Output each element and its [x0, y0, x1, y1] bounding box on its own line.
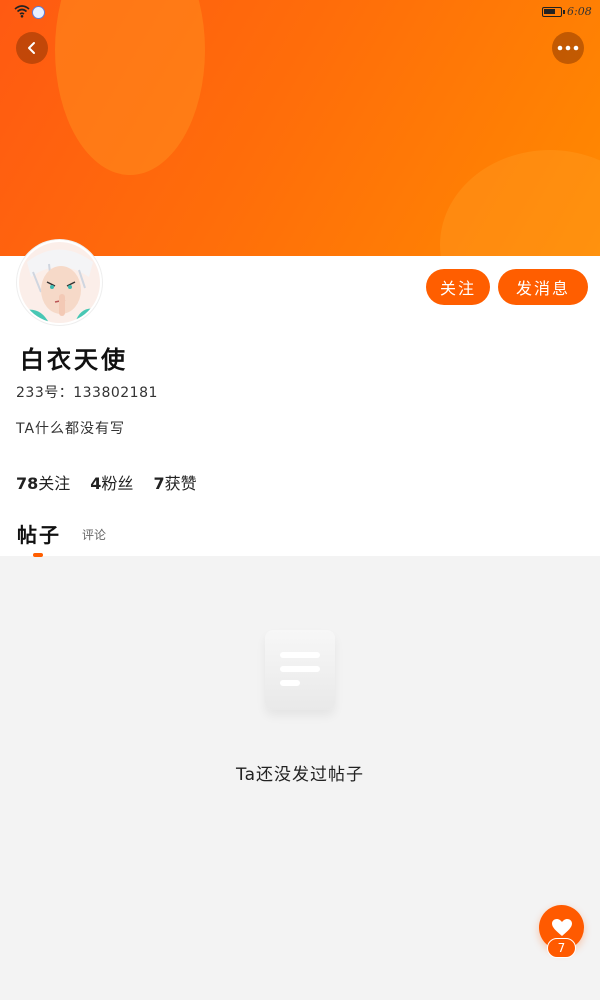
followers-stat[interactable]: 4粉丝 — [90, 470, 133, 494]
user-id-label: 233号： — [16, 385, 74, 401]
followers-label: 粉丝 — [101, 474, 134, 493]
follow-button[interactable]: 关注 — [426, 269, 490, 305]
more-dots-icon — [557, 45, 579, 51]
message-button[interactable]: 发消息 — [498, 269, 588, 305]
user-id-value: 133802181 — [73, 385, 158, 401]
likes-stat: 7获赞 — [153, 470, 196, 494]
likes-label: 获赞 — [164, 474, 197, 493]
banner-decoration — [55, 0, 205, 175]
likes-count: 7 — [153, 474, 165, 493]
user-bio: TA什么都没有写 — [16, 421, 126, 437]
wifi-icon — [14, 5, 30, 18]
like-count-badge: 7 — [547, 938, 576, 958]
following-stat[interactable]: 78关注 — [16, 470, 70, 494]
user-id: 233号：133802181 — [16, 382, 158, 402]
battery-icon — [542, 7, 565, 17]
user-stats: 78关注 4粉丝 7获赞 — [16, 470, 197, 494]
active-tab-indicator — [33, 553, 43, 557]
username: 白衣天使 — [20, 346, 128, 374]
status-bar: 6:08 — [0, 0, 600, 24]
more-button[interactable] — [552, 32, 584, 64]
following-label: 关注 — [38, 474, 71, 493]
heart-icon — [551, 918, 572, 936]
back-button[interactable] — [16, 32, 48, 64]
back-arrow-icon — [28, 42, 35, 54]
app-badge-icon — [32, 6, 45, 19]
status-time: 6:08 — [567, 5, 592, 18]
profile-banner — [0, 0, 600, 258]
followers-count: 4 — [90, 474, 102, 493]
following-count: 78 — [16, 474, 39, 493]
document-icon — [265, 630, 335, 710]
avatar-image — [19, 242, 100, 323]
tab-comments[interactable]: 评论 — [82, 526, 106, 543]
avatar[interactable] — [17, 240, 102, 325]
banner-decoration — [440, 150, 600, 258]
tab-posts[interactable]: 帖子 — [17, 519, 61, 548]
empty-state-text: Ta还没发过帖子 — [236, 765, 364, 785]
